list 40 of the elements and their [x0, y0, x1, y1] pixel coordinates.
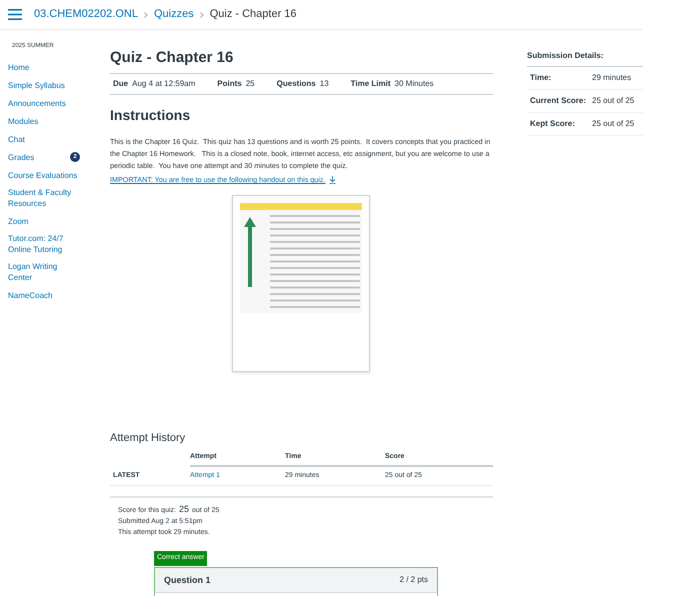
breadcrumb-link[interactable]: Quiz - Chapter 16 — [210, 6, 297, 23]
chevron-icon — [144, 12, 148, 18]
detail-value: 13 — [320, 78, 329, 90]
sidebar-link[interactable]: Tutor.com: 24/7 Online Tutoring — [8, 233, 80, 255]
sidebar-link[interactable]: Simple Syllabus — [8, 79, 65, 91]
question-title: Question 1 — [164, 574, 211, 587]
detail-value: 30 Minutes — [394, 78, 434, 90]
detail-value: 25 — [246, 78, 255, 90]
sidebar-link[interactable]: Home — [8, 61, 30, 73]
sidebar-link[interactable]: Announcements — [8, 97, 66, 109]
detail-label: Kept Score: — [530, 118, 576, 130]
instructions-heading: Instructions — [110, 106, 192, 125]
score-value: 25 — [178, 504, 189, 516]
menu-icon[interactable] — [8, 9, 22, 20]
sidebar-link[interactable]: Course Evaluations — [8, 169, 78, 181]
detail-label: Time: — [530, 72, 552, 84]
detail-label: Due — [113, 78, 128, 90]
detail-label: Current Score: — [530, 95, 588, 107]
download-icon[interactable] — [329, 176, 336, 184]
detail-label: Time Limit — [350, 78, 391, 90]
detail-label: Questions — [276, 78, 316, 90]
quiz-title: Quiz - Chapter 16 — [110, 48, 234, 68]
sidebar-link[interactable]: NameCoach — [8, 289, 52, 301]
question-points: 2 / 2 pts — [400, 574, 428, 586]
submission-details-heading: Submission Details: — [527, 50, 643, 67]
detail-value: Aug 4 at 12:59am — [132, 78, 196, 90]
sidebar-link[interactable]: Modules — [8, 115, 38, 127]
attempt-history-heading: Attempt History — [110, 430, 186, 446]
chevron-icon — [200, 12, 204, 18]
detail-value: 29 minutes — [592, 72, 632, 84]
sidebar-link[interactable]: Chat — [8, 133, 25, 145]
detail-label: Points — [217, 78, 242, 90]
detail-value: 25 out of 25 — [592, 95, 634, 107]
sidebar-link[interactable]: Student & Faculty Resources — [8, 187, 80, 209]
sidebar-link[interactable]: Logan Writing Center — [8, 261, 80, 283]
breadcrumb-link[interactable]: 03.CHEM02202.ONL — [34, 6, 138, 23]
sidebar-link[interactable]: Zoom — [8, 215, 28, 227]
breadcrumb-link[interactable]: Quizzes — [154, 6, 194, 23]
detail-value: 25 out of 25 — [592, 118, 634, 130]
sidebar-link[interactable]: Grades — [8, 151, 34, 163]
